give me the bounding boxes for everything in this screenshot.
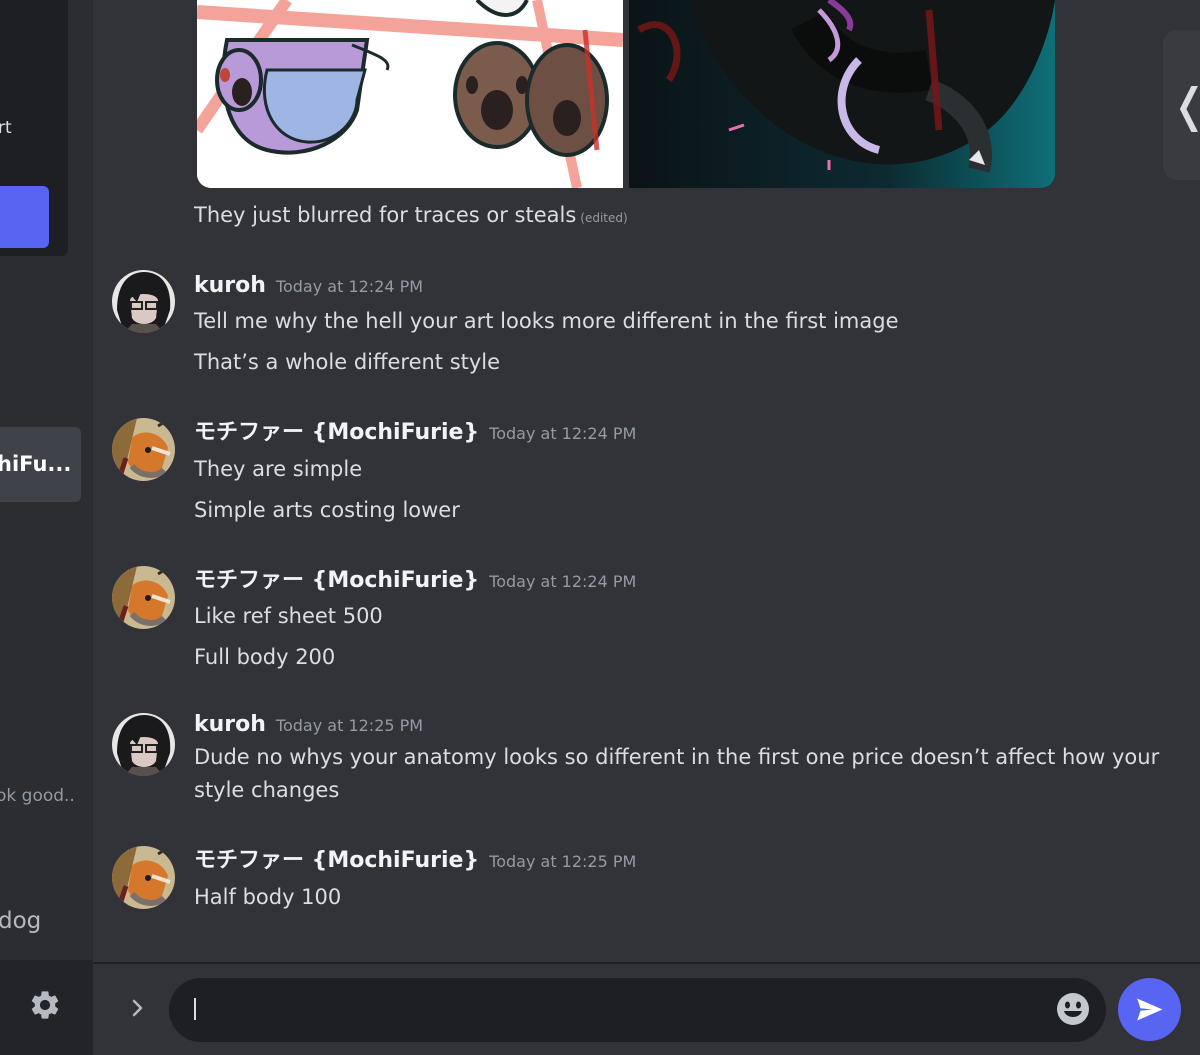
- message-text: They are simple: [194, 457, 363, 481]
- username[interactable]: モチファー {MochiFurie}: [194, 848, 479, 873]
- gear-icon[interactable]: [28, 988, 62, 1022]
- composer-divider: [93, 962, 1200, 964]
- timestamp: Today at 12:25 PM: [275, 716, 424, 735]
- sidebar-blurple-button[interactable]: [0, 186, 49, 248]
- message-text: Like ref sheet 500: [194, 604, 383, 628]
- message-text: Dude no whys your anatomy looks so diffe…: [194, 745, 1160, 802]
- chevron-left-icon[interactable]: ❬: [1170, 82, 1200, 128]
- message-text: Full body 200: [194, 645, 336, 669]
- text-caret: [194, 998, 196, 1020]
- sidebar-item-label[interactable]: hiFu...: [0, 452, 71, 476]
- message-header: モチファー {MochiFurie} Today at 12:24 PM: [194, 566, 636, 597]
- avatar[interactable]: [112, 566, 175, 629]
- sidebar: ⌃ rt hiFu... ok good.. dog: [0, 0, 93, 1055]
- timestamp: Today at 12:24 PM: [489, 572, 637, 591]
- avatar[interactable]: [112, 713, 175, 776]
- username[interactable]: kuroh: [194, 273, 266, 298]
- sidebar-item-dog[interactable]: dog: [0, 908, 41, 934]
- message-input[interactable]: [197, 988, 1061, 1034]
- chevron-right-icon[interactable]: [123, 993, 153, 1023]
- message-text: They just blurred for traces or steals (e…: [194, 203, 628, 227]
- attachment-image-1[interactable]: [197, 0, 623, 188]
- discord-app: ⌃ rt hiFu... ok good.. dog They just blu…: [0, 0, 1200, 1055]
- edited-label: (edited): [580, 211, 628, 225]
- username[interactable]: kuroh: [194, 712, 266, 737]
- message-text: Tell me why the hell your art looks more…: [194, 309, 899, 333]
- message-header: kuroh Today at 12:24 PM: [194, 271, 423, 302]
- timestamp: Today at 12:24 PM: [275, 277, 424, 296]
- top-icon[interactable]: ⌃: [18, 0, 33, 13]
- timestamp: Today at 12:25 PM: [489, 852, 637, 871]
- message-text: Half body 100: [194, 885, 342, 909]
- message-header: モチファー {MochiFurie} Today at 12:25 PM: [194, 846, 636, 877]
- avatar[interactable]: [112, 270, 175, 333]
- attachment-image-2[interactable]: [629, 0, 1055, 188]
- sidebar-top-label[interactable]: rt: [0, 118, 12, 138]
- message-text: That’s a whole different style: [194, 350, 501, 374]
- send-button[interactable]: [1118, 978, 1181, 1041]
- message-composer[interactable]: [169, 978, 1106, 1042]
- message-header: モチファー {MochiFurie} Today at 12:24 PM: [194, 418, 636, 449]
- message-text: Simple arts costing lower: [194, 498, 460, 522]
- username[interactable]: モチファー {MochiFurie}: [194, 420, 479, 445]
- timestamp: Today at 12:24 PM: [489, 424, 637, 443]
- avatar[interactable]: [112, 418, 175, 481]
- smiley-icon[interactable]: [1055, 991, 1091, 1027]
- username[interactable]: モチファー {MochiFurie}: [194, 568, 479, 593]
- avatar[interactable]: [112, 846, 175, 909]
- send-icon: [1137, 998, 1163, 1021]
- message-header: kuroh Today at 12:25 PM: [194, 710, 423, 741]
- sidebar-message-preview[interactable]: ok good..: [0, 786, 75, 806]
